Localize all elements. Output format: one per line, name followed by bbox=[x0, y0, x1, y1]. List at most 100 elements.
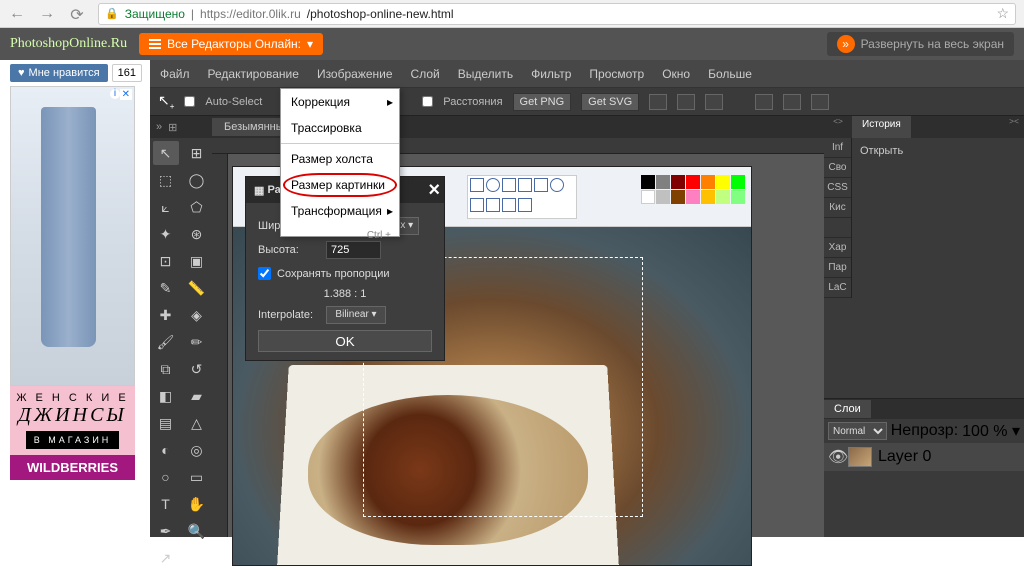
collapse-left-icon[interactable]: <> bbox=[824, 116, 852, 138]
history-item-open[interactable]: Открыть bbox=[860, 142, 1016, 160]
layer-row-0[interactable]: 👁 Layer 0 bbox=[824, 443, 1024, 471]
visibility-icon[interactable]: 👁 bbox=[828, 447, 842, 467]
align-icon-1[interactable] bbox=[649, 94, 667, 110]
hand-tool[interactable]: ✋ bbox=[184, 492, 210, 516]
align-icon-2[interactable] bbox=[677, 94, 695, 110]
ok-button[interactable]: OK bbox=[258, 330, 432, 352]
like-button[interactable]: ♥ Мне нравится bbox=[10, 64, 108, 82]
back-button[interactable]: ← bbox=[8, 5, 26, 23]
info-lac[interactable]: LaC bbox=[824, 278, 851, 298]
info-inf[interactable]: Inf bbox=[824, 138, 851, 158]
editors-dropdown[interactable]: Все Редакторы Онлайн: ▾ bbox=[139, 33, 323, 55]
forward-button[interactable]: → bbox=[38, 5, 56, 23]
interpolate-select[interactable]: Bilinear ▾ bbox=[326, 306, 386, 324]
ad-text-block[interactable]: Ж Е Н С К И Е ДЖИНСЫ В МАГАЗИН bbox=[10, 386, 135, 455]
like-widget: ♥ Мне нравится 161 bbox=[10, 64, 142, 82]
wand-tool[interactable]: ✦ bbox=[153, 222, 179, 246]
address-bar[interactable]: 🔒 Защищено | https://editor.0lik.ru/phot… bbox=[98, 3, 1016, 25]
menu-layer[interactable]: Слой bbox=[411, 67, 440, 81]
patch-tool[interactable]: ◈ bbox=[184, 303, 210, 327]
shape-tool[interactable]: ▭ bbox=[184, 465, 210, 489]
ad-line1: Ж Е Н С К И Е bbox=[10, 392, 135, 404]
zoom-tool[interactable]: 🔍 bbox=[184, 519, 210, 543]
menu-more[interactable]: Больше bbox=[708, 67, 752, 81]
dd-shortcut-row[interactable]: Ctrl + bbox=[281, 224, 399, 236]
blend-mode-select[interactable]: Normal bbox=[828, 422, 887, 440]
history-tab[interactable]: История bbox=[852, 116, 911, 138]
sharpen-tool[interactable]: △ bbox=[184, 411, 210, 435]
pencil-tool[interactable]: ✏ bbox=[184, 330, 210, 354]
info-svo[interactable]: Сво bbox=[824, 158, 851, 178]
menu-filter[interactable]: Фильтр bbox=[531, 67, 571, 81]
info-css[interactable]: CSS bbox=[824, 178, 851, 198]
tab-arrow-icon[interactable]: » bbox=[156, 121, 162, 133]
blur-tool[interactable]: ◐ bbox=[153, 438, 179, 462]
align-icon-6[interactable] bbox=[811, 94, 829, 110]
bucket-tool[interactable]: ▰ bbox=[184, 384, 210, 408]
marquee-ellipse-tool[interactable]: ◯ bbox=[184, 168, 210, 192]
distances-checkbox[interactable] bbox=[422, 96, 433, 107]
tab-icon[interactable]: ⊞ bbox=[168, 121, 177, 134]
eyedropper-tool[interactable]: ✎ bbox=[153, 276, 179, 300]
eraser-tool[interactable]: ◧ bbox=[153, 384, 179, 408]
align-icon-3[interactable] bbox=[705, 94, 723, 110]
ad-close-icon[interactable]: ✕ bbox=[120, 89, 132, 100]
menu-view[interactable]: Просмотр bbox=[589, 67, 644, 81]
dd-image-size[interactable]: Размер картинки bbox=[281, 172, 399, 198]
menu-file[interactable]: Файл bbox=[160, 67, 190, 81]
height-input[interactable] bbox=[326, 241, 381, 259]
move-tool[interactable]: ↖ bbox=[153, 141, 179, 165]
dodge-tool[interactable]: ○ bbox=[153, 465, 179, 489]
gradient-tool[interactable]: ▤ bbox=[153, 411, 179, 435]
paint-shapes-palette bbox=[467, 175, 577, 219]
get-png-button[interactable]: Get PNG bbox=[513, 93, 572, 111]
menu-select[interactable]: Выделить bbox=[458, 67, 513, 81]
url-host: https://editor.0lik.ru bbox=[200, 7, 301, 21]
auto-select-checkbox[interactable] bbox=[184, 96, 195, 107]
quick-select-tool[interactable]: ⊛ bbox=[184, 222, 210, 246]
expand-icon: » bbox=[837, 35, 855, 53]
align-icon-5[interactable] bbox=[783, 94, 801, 110]
keep-ratio-checkbox[interactable] bbox=[258, 267, 271, 280]
info-har[interactable]: Хар bbox=[824, 238, 851, 258]
menu-edit[interactable]: Редактирование bbox=[208, 67, 299, 81]
crop-tool[interactable]: ⊡ bbox=[153, 249, 179, 273]
ad-info-icon[interactable]: i bbox=[110, 89, 120, 99]
type-tool[interactable]: T bbox=[153, 492, 179, 516]
align-icon-4[interactable] bbox=[755, 94, 773, 110]
ad-image[interactable]: i ✕ bbox=[10, 86, 135, 386]
bookmark-icon[interactable]: ☆ bbox=[996, 5, 1009, 22]
dd-canvas-size[interactable]: Размер холста bbox=[281, 146, 399, 172]
get-svg-button[interactable]: Get SVG bbox=[581, 93, 639, 111]
ad-brand[interactable]: WILDBERRIES bbox=[10, 455, 135, 480]
fullscreen-button[interactable]: » Развернуть на весь экран bbox=[827, 32, 1014, 56]
ad-jeans-graphic bbox=[41, 107, 96, 347]
info-par[interactable]: Пар bbox=[824, 258, 851, 278]
artboard-tool[interactable]: ⊞ bbox=[184, 141, 210, 165]
info-kis[interactable]: Кис bbox=[824, 198, 851, 218]
slice-tool[interactable]: ▣ bbox=[184, 249, 210, 273]
dd-correction[interactable]: Коррекция▸ bbox=[281, 89, 399, 115]
reload-button[interactable]: ⟳ bbox=[68, 5, 86, 23]
stamp-tool[interactable]: ⧉ bbox=[153, 357, 179, 381]
brush-tool[interactable]: 🖌 bbox=[153, 330, 179, 354]
dd-transform[interactable]: Трансформация▸ bbox=[281, 198, 399, 224]
menubar: Файл Редактирование Изображение Слой Выд… bbox=[150, 60, 1024, 88]
menu-image[interactable]: Изображение bbox=[317, 67, 393, 81]
interpolate-label: Interpolate: bbox=[258, 309, 318, 321]
pen-tool[interactable]: ✒ bbox=[153, 519, 179, 543]
layers-tab[interactable]: Слои bbox=[824, 400, 871, 418]
menu-window[interactable]: Окно bbox=[662, 67, 690, 81]
dialog-close-icon[interactable]: × bbox=[428, 179, 440, 202]
heal-tool[interactable]: ✚ bbox=[153, 303, 179, 327]
sponge-tool[interactable]: ◎ bbox=[184, 438, 210, 462]
ruler-tool[interactable]: 📏 bbox=[184, 276, 210, 300]
poly-lasso-tool[interactable]: ⬠ bbox=[184, 195, 210, 219]
marquee-tool[interactable]: ⬚ bbox=[153, 168, 179, 192]
collapse-right-icon[interactable]: >< bbox=[1004, 116, 1024, 138]
lasso-tool[interactable]: ⟀ bbox=[153, 195, 179, 219]
history-brush-tool[interactable]: ↺ bbox=[184, 357, 210, 381]
opacity-value[interactable]: 100 % ▾ bbox=[962, 421, 1020, 441]
dd-tracing[interactable]: Трассировка bbox=[281, 115, 399, 141]
path-tool[interactable]: ↗ bbox=[153, 546, 179, 570]
